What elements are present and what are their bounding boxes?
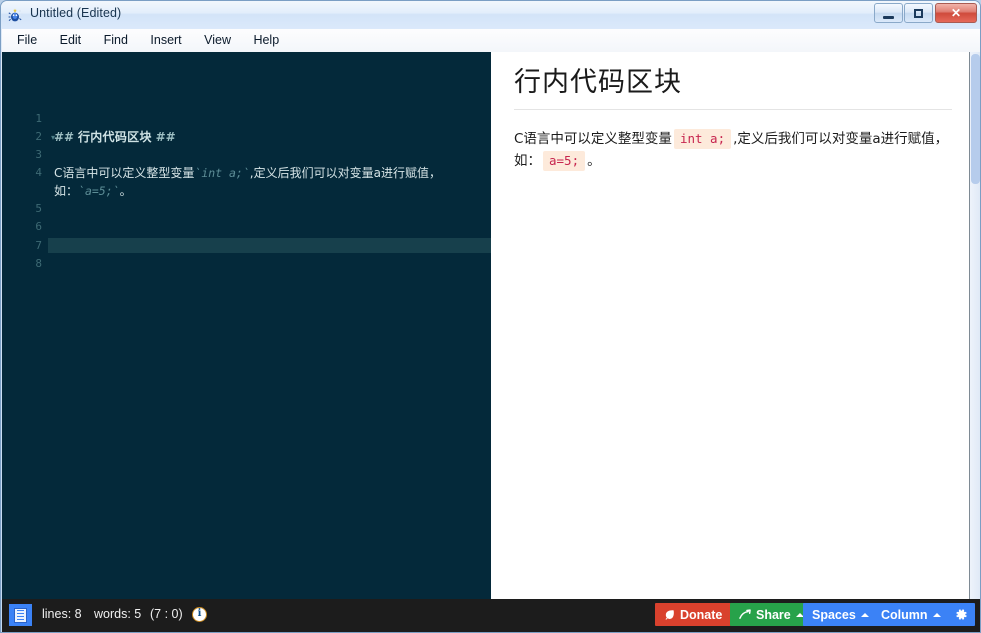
chevron-up-icon	[860, 612, 869, 617]
preview-content: 行内代码区块 C语言中可以定义整型变量 int a; ,定义后我们可以对变量a进行赋…	[514, 58, 954, 172]
heading-text: 行内代码区块	[77, 130, 152, 144]
line-number: 1	[35, 112, 42, 125]
line-number: 7	[35, 239, 42, 252]
preview-inline-code-1: int a;	[673, 128, 732, 149]
arrow-icon	[739, 609, 751, 619]
status-cursor-position: (7 : 0)	[150, 607, 183, 621]
close-icon: ✕	[950, 6, 962, 20]
status-lines-count: lines: 8	[42, 607, 82, 621]
application-window: Untitled (Edited) ✕ File Edit Find Inser…	[0, 0, 981, 633]
editor-line-2: ## 行内代码区块 ##	[54, 130, 491, 144]
line-number: 6	[35, 220, 42, 233]
app-bug-icon	[8, 8, 23, 22]
menu-bar: File Edit Find Insert View Help	[2, 29, 980, 53]
editor-line-4: C语言中可以定义整型变量`int a;`,定义后我们可以对变量a进行赋值，	[54, 166, 491, 180]
document-icon[interactable]	[9, 604, 32, 626]
inline-code-source-2: `a=5;`	[78, 184, 120, 198]
preview-paragraph: C语言中可以定义整型变量 int a; ,定义后我们可以对变量a进行赋值，如： a=5…	[514, 128, 954, 172]
menu-item-insert[interactable]: Insert	[141, 30, 190, 51]
paragraph-text-4: 。	[119, 184, 132, 198]
preview-scrollbar-thumb[interactable]	[971, 54, 980, 184]
preview-scrollbar[interactable]	[970, 52, 980, 599]
editor-text-area[interactable]: ## 行内代码区块 ## C语言中可以定义整型变量`int a;`,定义后我们可…	[54, 52, 491, 599]
leaf-icon	[665, 610, 674, 620]
column-button[interactable]: Column	[872, 603, 950, 626]
window-title: Untitled (Edited)	[30, 6, 122, 20]
editor-left-rail	[2, 52, 16, 599]
menu-item-edit[interactable]: Edit	[51, 30, 91, 51]
status-words-count: words: 5	[94, 607, 142, 621]
line-number: 3	[35, 148, 42, 161]
menu-item-help[interactable]: Help	[244, 30, 288, 51]
settings-button[interactable]	[947, 603, 975, 626]
line-number: 5	[35, 202, 42, 215]
main-split-area: 1 2 3 4 5 6 7 8 ▾ ## 行内代码区块 ## C语言中可以定义整…	[2, 52, 980, 599]
paragraph-text-3: 如：	[54, 184, 79, 198]
inline-code-source-1: `int a;`	[194, 166, 250, 180]
share-button[interactable]: Share	[730, 603, 813, 626]
editor-line-4-wrap: 如：`a=5;`。	[54, 184, 491, 198]
status-bar: lines: 8 words: 5 (7 : 0) i Donate Share…	[2, 599, 980, 632]
maximize-button[interactable]	[904, 3, 933, 23]
minimize-button[interactable]	[874, 3, 903, 23]
menu-item-view[interactable]: View	[195, 30, 240, 51]
line-number-gutter: 1 2 3 4 5 6 7 8	[16, 52, 48, 599]
donate-button[interactable]: Donate	[655, 603, 732, 626]
heading-divider	[514, 108, 952, 110]
line-number: 8	[35, 257, 42, 270]
spaces-label: Spaces	[812, 607, 856, 622]
menu-item-file[interactable]: File	[8, 30, 46, 51]
share-label: Share	[756, 607, 791, 622]
preview-heading: 行内代码区块	[514, 67, 682, 98]
chevron-up-icon	[932, 612, 941, 617]
preview-inline-code-2: a=5;	[543, 150, 586, 171]
minimize-icon	[882, 16, 894, 19]
line-number: 2	[35, 130, 42, 143]
markdown-preview-pane[interactable]: 行内代码区块 C语言中可以定义整型变量 int a; ,定义后我们可以对变量a进行赋…	[491, 52, 980, 599]
column-label: Column	[881, 607, 928, 622]
spaces-button[interactable]: Spaces	[803, 603, 878, 626]
donate-label: Donate	[680, 607, 723, 622]
paragraph-text-1: C语言中可以定义整型变量	[54, 166, 195, 180]
maximize-icon	[913, 9, 923, 18]
preview-text-1: C语言中可以定义整型变量	[514, 130, 672, 147]
preview-text-3: 。	[587, 152, 601, 169]
line-number: 4	[35, 166, 42, 179]
close-button[interactable]: ✕	[935, 3, 977, 23]
paragraph-text-2: ,定义后我们可以对变量a进行赋值，	[249, 166, 441, 180]
heading-marker-close: ##	[155, 130, 176, 144]
menu-item-find[interactable]: Find	[95, 30, 137, 51]
title-bar: Untitled (Edited) ✕	[1, 1, 980, 29]
gear-icon	[955, 609, 967, 620]
heading-marker-open: ##	[54, 130, 75, 144]
info-icon[interactable]: i	[192, 607, 207, 622]
markdown-editor-pane[interactable]: 1 2 3 4 5 6 7 8 ▾ ## 行内代码区块 ## C语言中可以定义整…	[2, 52, 491, 599]
document-icon-page	[14, 607, 27, 623]
